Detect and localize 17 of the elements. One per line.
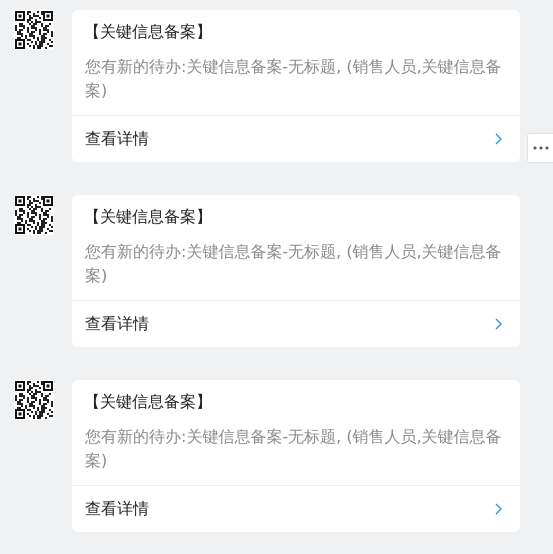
qr-code-icon [14, 10, 54, 50]
qr-code-icon [14, 380, 54, 420]
message-title: 【关键信息备案】 [84, 21, 213, 43]
chevron-right-icon [495, 318, 502, 330]
message-text: 您有新的待办:关键信息备案-无标题, (销售人员,关键信息备案) [84, 426, 503, 472]
chevron-right-icon [495, 133, 502, 145]
qr-code-icon [14, 195, 54, 235]
message-text: 您有新的待办:关键信息备案-无标题, (销售人员,关键信息备案) [84, 56, 503, 102]
details-link[interactable]: 查看详情 [72, 486, 520, 532]
message-text: 您有新的待办:关键信息备案-无标题, (销售人员,关键信息备案) [84, 241, 503, 287]
chevron-right-icon [495, 503, 502, 515]
more-button[interactable] [527, 133, 553, 163]
message-title: 【关键信息备案】 [84, 206, 213, 228]
details-link[interactable]: 查看详情 [72, 301, 520, 347]
message-title: 【关键信息备案】 [84, 391, 213, 413]
more-icon [533, 146, 549, 150]
details-link[interactable]: 查看详情 [72, 116, 520, 162]
